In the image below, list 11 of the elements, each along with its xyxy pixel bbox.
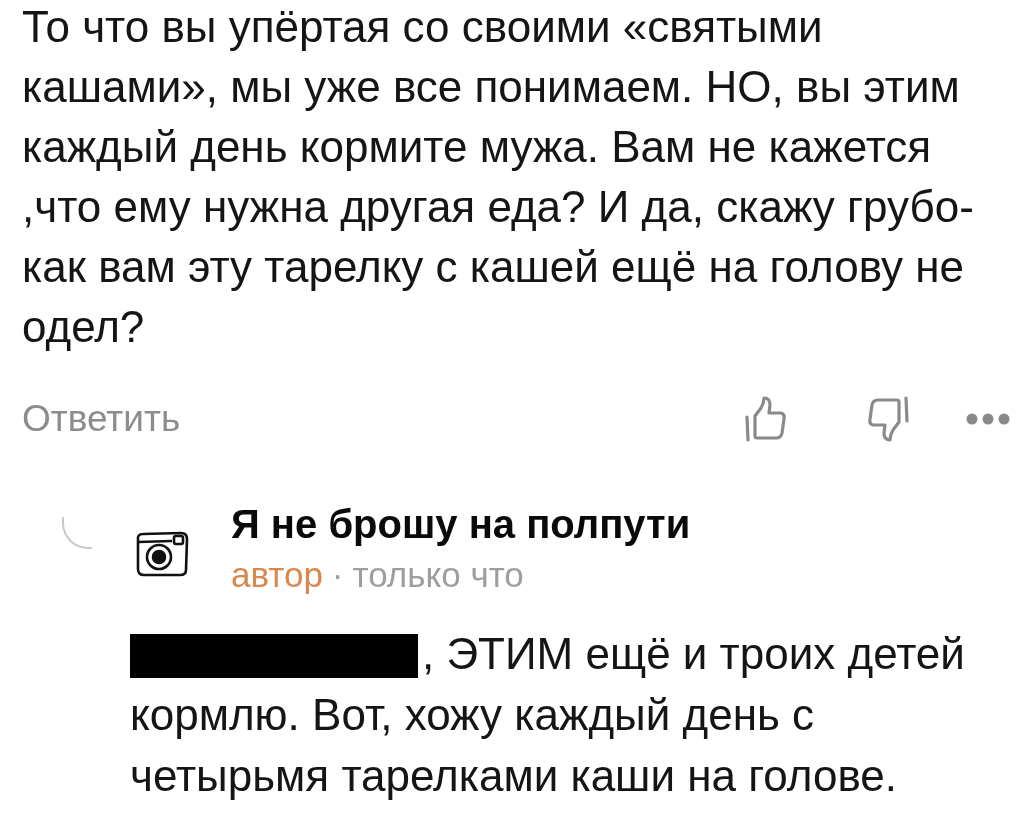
camera-avatar-icon[interactable] [135, 531, 189, 577]
separator-dot: · [331, 555, 344, 595]
post-time: только что [352, 555, 524, 595]
comment-text: То что вы упёртая со своими «святыми кашами», мы уже все понимаем. НО, вы этим каждый день кормите мужа. Вам не кажется ,что ему нужна другая еда? И да, скажу грубо- как вам эту тарелку с кашей ещё на голову не одел? [22, 1, 975, 353]
reply-thread-line [62, 517, 92, 549]
thumbs-down-icon[interactable] [866, 395, 910, 443]
thumbs-up-icon[interactable] [744, 395, 788, 443]
more-dots-icon[interactable] [966, 413, 1010, 425]
reply-text: , ЭТИМ ещё и троих детей кормлю. Вот, хожу каждый день с четырьмя тарелками каши на голове. [130, 628, 966, 802]
author-name[interactable]: Я не брошу на полпути [231, 501, 691, 547]
author-role-label: автор [231, 555, 323, 595]
